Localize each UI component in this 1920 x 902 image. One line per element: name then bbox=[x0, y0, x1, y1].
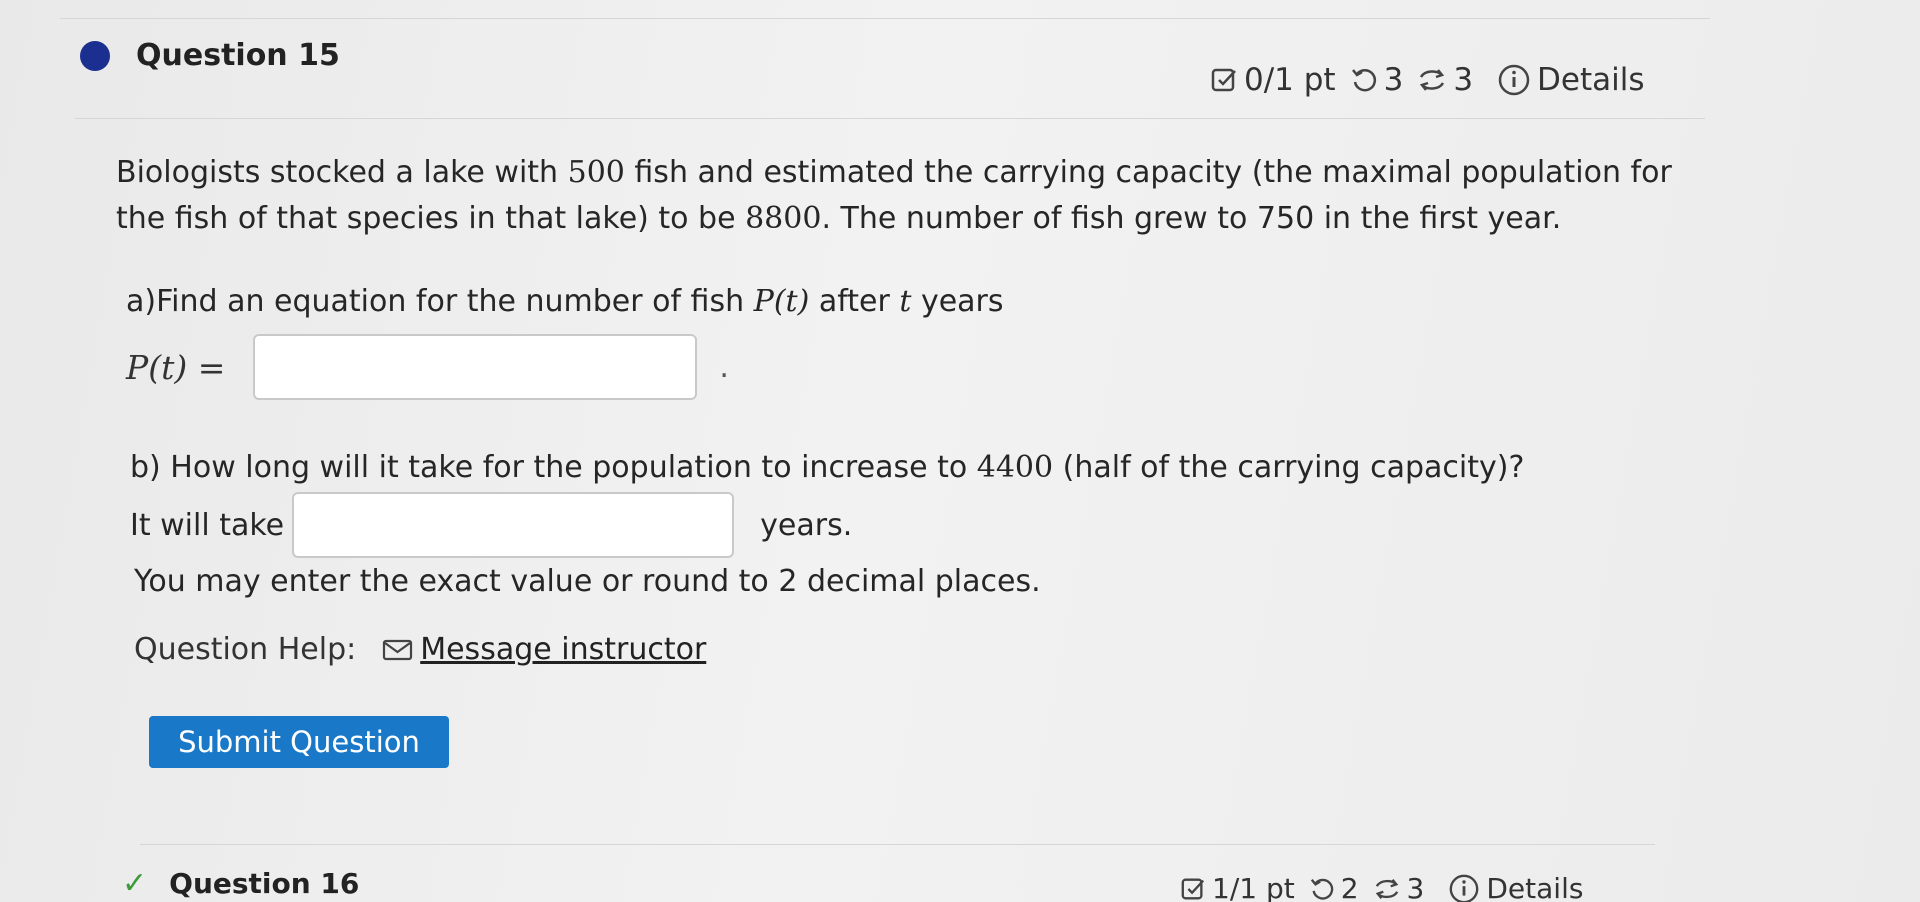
part-b-answer-row: It will take years. bbox=[130, 492, 852, 558]
retry-icon bbox=[1310, 878, 1333, 900]
assignment-page: Question 15 0/1 pt 3 3 Details Biologist… bbox=[0, 0, 1920, 902]
score-text: 0/1 pt bbox=[1244, 62, 1336, 98]
part-a-answer-row: P(t) = . bbox=[126, 334, 729, 400]
score-icon bbox=[1211, 68, 1236, 92]
next-score-text: 1/1 pt bbox=[1212, 872, 1295, 902]
retries-count: 3 bbox=[1383, 62, 1404, 98]
details-label: Details bbox=[1537, 62, 1645, 98]
equation-period: . bbox=[719, 349, 729, 385]
score-icon bbox=[1181, 878, 1205, 899]
question-help: Question Help: Message instructor bbox=[134, 632, 706, 667]
attempts-count: 3 bbox=[1453, 62, 1474, 98]
check-icon: ✓ bbox=[122, 866, 148, 901]
status-dot bbox=[80, 40, 110, 71]
rounding-hint: You may enter the exact value or round t… bbox=[134, 564, 1041, 599]
next-details-label: Details bbox=[1486, 872, 1584, 902]
initial-fish: 500 bbox=[567, 155, 625, 190]
prompt-text: b) How long will it take for the populat… bbox=[130, 450, 977, 485]
submit-question-button[interactable]: Submit Question bbox=[149, 716, 449, 768]
message-instructor-link[interactable]: Message instructor bbox=[382, 632, 706, 667]
header-divider bbox=[75, 118, 1705, 119]
next-details-button[interactable]: Details bbox=[1448, 872, 1583, 902]
next-question-header[interactable]: ✓ Question 16 bbox=[122, 866, 359, 901]
target-population: 4400 bbox=[976, 450, 1054, 485]
question-title: Question 15 bbox=[136, 38, 340, 73]
next-retries-count: 2 bbox=[1340, 872, 1359, 902]
function-symbol: P(t) bbox=[753, 284, 810, 319]
problem-text: . The number of fish grew to 750 in the … bbox=[821, 201, 1562, 236]
next-retries-item[interactable]: 2 bbox=[1309, 872, 1359, 902]
attempts-icon bbox=[1420, 69, 1445, 91]
prompt-text: years bbox=[911, 284, 1004, 319]
info-icon bbox=[1498, 64, 1530, 96]
prompt-text: (half of the carrying capacity)? bbox=[1053, 450, 1525, 485]
next-score-item: 1/1 pt bbox=[1180, 872, 1295, 902]
problem-text: Biologists stocked a lake with bbox=[116, 155, 568, 190]
problem-statement: Biologists stocked a lake with 500 fish … bbox=[116, 150, 1676, 242]
score-item: 0/1 pt bbox=[1210, 62, 1336, 98]
retries-item[interactable]: 3 bbox=[1350, 62, 1404, 98]
answer-suffix: years. bbox=[760, 507, 853, 543]
info-icon bbox=[1450, 874, 1479, 902]
answer-prefix: It will take bbox=[130, 507, 285, 543]
question-meta: 0/1 pt 3 3 Details bbox=[1210, 62, 1659, 98]
retry-icon bbox=[1351, 69, 1376, 92]
prompt-text: a)Find an equation for the number of fis… bbox=[126, 284, 754, 319]
years-input[interactable] bbox=[292, 492, 735, 558]
prompt-text: after bbox=[809, 284, 900, 319]
mail-icon bbox=[383, 639, 413, 660]
top-divider bbox=[60, 18, 1710, 19]
section-divider bbox=[140, 844, 1655, 845]
attempts-item: 3 bbox=[1417, 62, 1473, 98]
next-attempts-item: 3 bbox=[1373, 872, 1425, 902]
variable-symbol: t bbox=[899, 284, 912, 319]
part-b-prompt: b) How long will it take for the populat… bbox=[130, 450, 1524, 485]
details-button[interactable]: Details bbox=[1497, 62, 1645, 98]
next-attempts-count: 3 bbox=[1406, 872, 1425, 902]
equation-label: P(t) = bbox=[126, 347, 226, 387]
part-a-prompt: a)Find an equation for the number of fis… bbox=[126, 284, 1004, 319]
attempts-icon bbox=[1375, 878, 1398, 899]
question-header: Question 15 bbox=[80, 38, 340, 73]
equation-input[interactable] bbox=[253, 334, 698, 400]
message-instructor-label: Message instructor bbox=[420, 632, 707, 667]
next-question-meta: 1/1 pt 2 3 Details bbox=[1180, 872, 1597, 902]
help-label: Question Help: bbox=[134, 632, 357, 667]
carrying-capacity: 8800 bbox=[745, 201, 822, 236]
next-question-title: Question 16 bbox=[169, 867, 360, 900]
